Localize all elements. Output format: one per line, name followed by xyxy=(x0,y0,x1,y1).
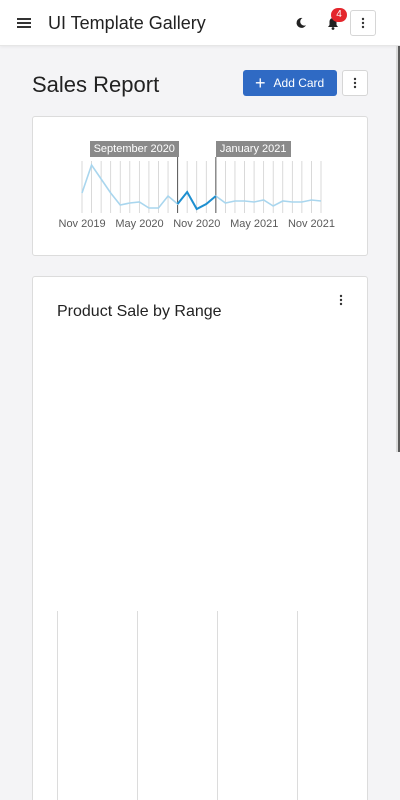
hamburger-menu-icon[interactable] xyxy=(12,11,36,35)
sparkline-series xyxy=(81,163,322,211)
app-header: UI Template Gallery 4 xyxy=(0,0,400,46)
notification-badge: 4 xyxy=(331,8,347,22)
moon-icon[interactable] xyxy=(290,12,312,34)
page-title: Sales Report xyxy=(32,72,160,97)
product-sale-chart-grid xyxy=(57,611,298,800)
sales-sparkline-chart[interactable] xyxy=(33,117,369,257)
x-tick-label: May 2021 xyxy=(230,218,279,230)
x-tick-label: Nov 2019 xyxy=(58,218,106,230)
page-overflow-button[interactable] xyxy=(342,70,368,96)
x-tick-label: Nov 2020 xyxy=(173,218,221,230)
vertical-ellipsis-icon xyxy=(353,77,357,89)
add-card-label: Add Card xyxy=(273,76,325,90)
add-card-button[interactable]: + Add Card xyxy=(243,70,337,96)
x-tick-label: Nov 2021 xyxy=(287,218,336,230)
x-tick-label: May 2020 xyxy=(115,218,164,230)
header-overflow-button[interactable] xyxy=(350,10,376,36)
vertical-ellipsis-icon xyxy=(361,17,365,29)
sales-sparkline-card: September 2020 January 2021 Nov 2019 May… xyxy=(32,116,368,256)
range-end-tooltip: January 2021 xyxy=(215,141,291,157)
product-sale-range-card: Product Sale by Range xyxy=(32,276,368,800)
plus-icon: + xyxy=(255,73,266,93)
app-title: UI Template Gallery xyxy=(48,13,206,33)
range-start-tooltip: September 2020 xyxy=(89,141,179,157)
